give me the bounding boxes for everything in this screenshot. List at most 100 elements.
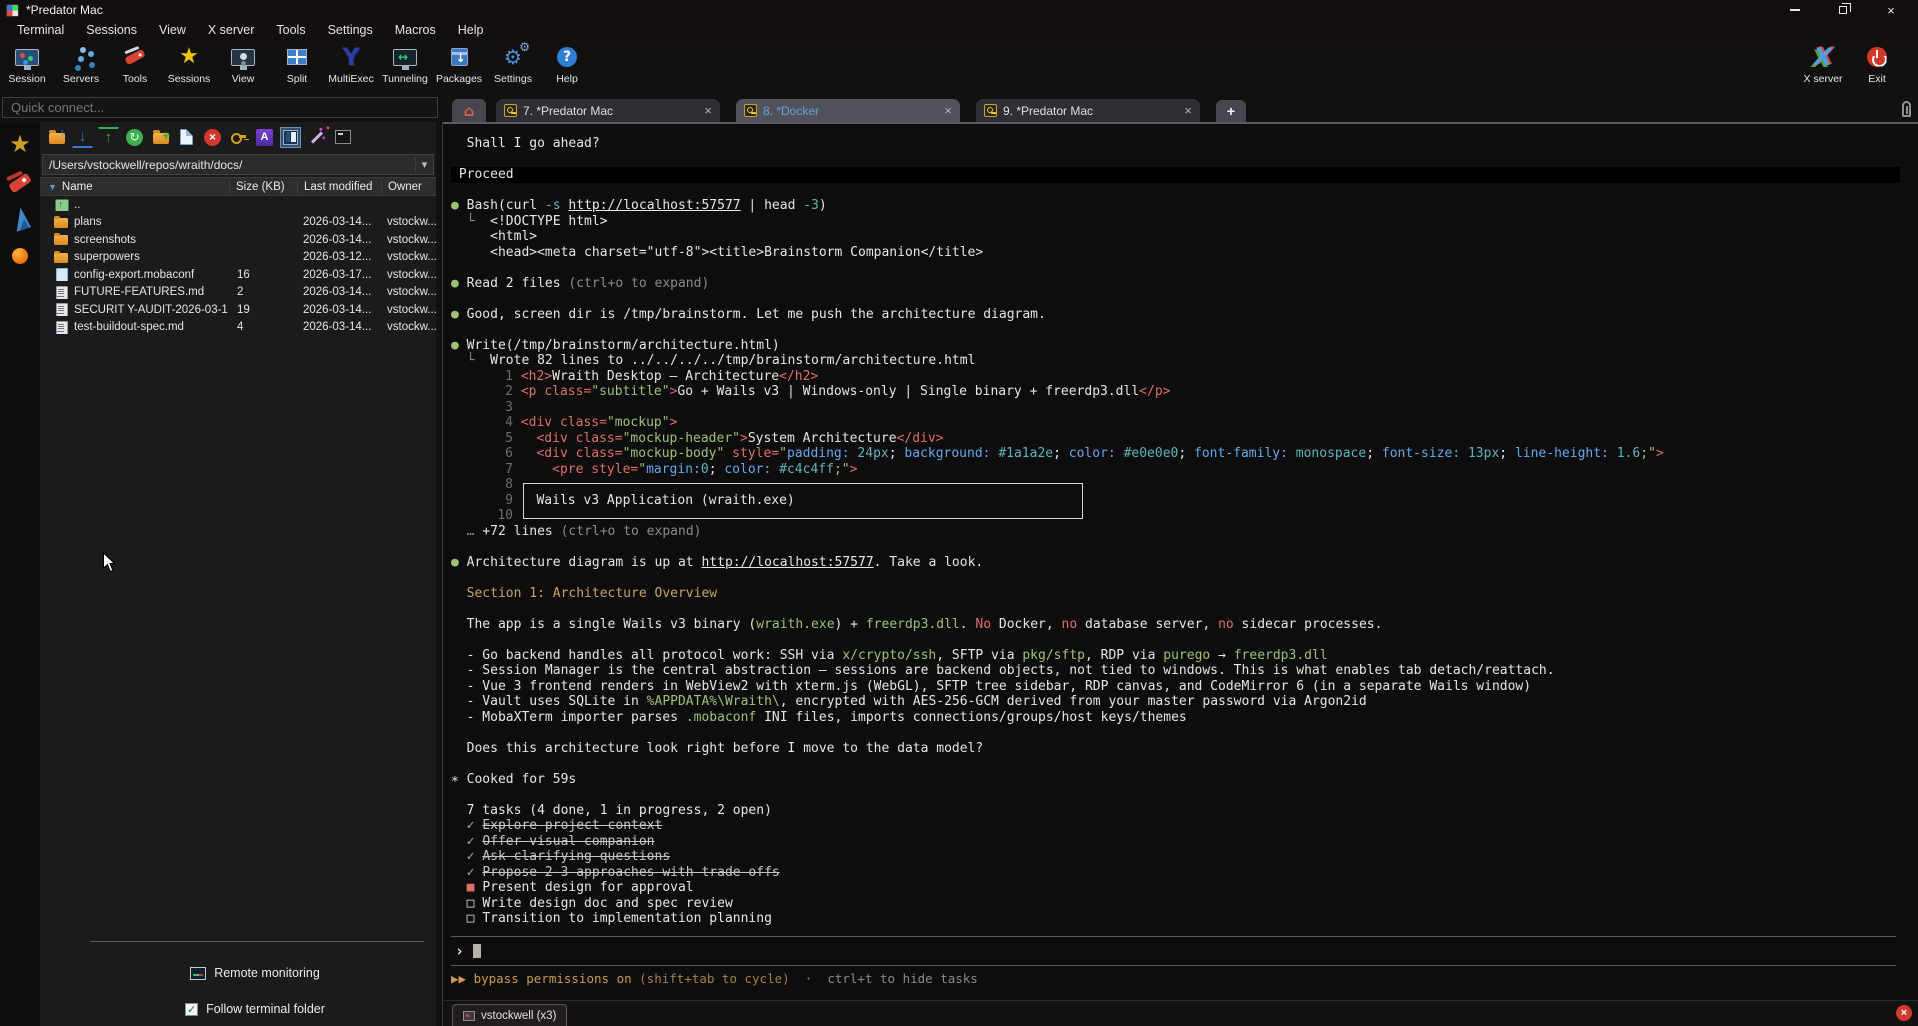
text-segment: ; <box>1499 446 1515 461</box>
menu-item-sessions[interactable]: Sessions <box>77 21 146 39</box>
menu-item-terminal[interactable]: Terminal <box>8 21 73 39</box>
toolbar-tunneling-button[interactable]: Tunneling <box>378 40 432 94</box>
terminal-line: 2 <p class="subtitle">Go + Wails v3 | Wi… <box>451 384 1910 400</box>
text-segment: Offer visual companion <box>482 834 654 849</box>
folder-up-icon-button[interactable]: ↑ <box>46 127 67 148</box>
line-number: 7 <box>451 462 513 478</box>
terminal[interactable]: Shall I go ahead? Proceed● Bash(curl -s … <box>443 122 1918 1000</box>
file-row[interactable]: plans2026-03-14...vstockw... <box>40 214 436 232</box>
path-dropdown-button[interactable]: ▾ <box>415 158 433 171</box>
session-tab[interactable]: 7. *Predator Mac× <box>496 99 720 122</box>
close-tab-icon[interactable]: × <box>1184 103 1192 118</box>
upload-icon-button[interactable]: ↑ <box>98 127 119 148</box>
bottom-session-tab[interactable]: vstockwell (x3) <box>452 1004 567 1026</box>
toolbar-view-button[interactable]: View <box>216 40 270 94</box>
column-header-owner[interactable]: Owner <box>381 181 436 193</box>
column-header-name[interactable]: ▼Name <box>40 181 229 193</box>
text-segment: freerdp3.dll <box>866 617 960 632</box>
terminal-line: <head><meta charset="utf-8"><title>Brain… <box>451 245 1910 261</box>
text-segment: ;" <box>1640 446 1656 461</box>
delete-icon-button[interactable]: × <box>202 127 223 148</box>
close-button[interactable]: × <box>1880 3 1902 17</box>
text-segment: Go + Wails v3 | Windows-only | Single bi… <box>677 384 1139 399</box>
proceed-option[interactable]: Proceed <box>451 167 1900 183</box>
current-path[interactable]: /Users/vstockwell/repos/wraith/docs/ <box>43 158 415 172</box>
toolbar-xserver-button[interactable]: XX server <box>1796 40 1850 94</box>
key-icon-button[interactable] <box>228 127 249 148</box>
tools-knife-icon[interactable] <box>8 173 32 194</box>
file-row[interactable]: config-export.mobaconf162026-03-17...vst… <box>40 266 436 284</box>
sessions-sail-icon[interactable] <box>9 206 30 232</box>
quick-connect-input[interactable] <box>2 97 438 118</box>
text-segment <box>1288 446 1296 461</box>
menu-item-tools[interactable]: Tools <box>267 21 314 39</box>
toolbar-servers-button[interactable]: Servers <box>54 40 108 94</box>
text-segment: no <box>1218 617 1234 632</box>
terminal-line: Does this architecture look right before… <box>451 741 1910 757</box>
menu-item-view[interactable]: View <box>150 21 195 39</box>
download-icon-button[interactable]: ↓ <box>72 127 93 148</box>
panel-toggle-icon-button[interactable] <box>280 127 301 148</box>
file-row[interactable]: .. <box>40 196 436 214</box>
favorites-star-icon[interactable]: ★ <box>9 130 31 158</box>
line-number: 9 <box>451 493 513 509</box>
line-number: 4 <box>451 415 513 431</box>
text-segment: freerdp3.dll <box>1234 648 1328 663</box>
close-tab-icon[interactable]: × <box>944 103 952 118</box>
toolbar-sessions-button[interactable]: ★Sessions <box>162 40 216 94</box>
text-segment: " <box>779 446 787 461</box>
text-segment: The app is a single Wails v3 binary ( <box>451 617 756 632</box>
text-segment: No <box>975 617 991 632</box>
text-segment: └ <box>451 353 490 368</box>
prompt-input-box[interactable]: › <box>451 936 1896 966</box>
menu-item-x-server[interactable]: X server <box>199 21 264 39</box>
file-row[interactable]: test-buildout-spec.md42026-03-14...vstoc… <box>40 319 436 337</box>
file-row[interactable]: FUTURE-FEATURES.md22026-03-14...vstockw.… <box>40 284 436 302</box>
macros-ball-icon[interactable] <box>12 248 28 264</box>
text-segment: 24px <box>857 446 888 461</box>
main-toolbar: SessionServersTools★SessionsViewSplitYMu… <box>0 40 1918 96</box>
toolbar-tools-button[interactable]: Tools <box>108 40 162 94</box>
session-tab[interactable]: 9. *Predator Mac× <box>976 99 1200 122</box>
text-tool-icon-button[interactable]: A <box>254 127 275 148</box>
column-header-modified[interactable]: Last modified <box>297 181 381 193</box>
menu-item-settings[interactable]: Settings <box>319 21 382 39</box>
file-owner: vstockw... <box>381 251 436 263</box>
restore-button[interactable] <box>1832 3 1854 17</box>
file-row[interactable]: SECURIT Y-AUDIT-2026-03-1...192026-03-14… <box>40 301 436 319</box>
text-segment: Section 1: Architecture Overview <box>451 586 717 601</box>
close-tab-icon[interactable]: × <box>704 103 712 118</box>
new-folder-icon-button[interactable]: + <box>150 127 171 148</box>
text-segment: (ctrl+o to expand) <box>561 524 702 539</box>
follow-terminal-folder-checkbox[interactable]: ✓ Follow terminal folder <box>80 1002 430 1016</box>
column-header-size[interactable]: Size (KB) <box>229 181 297 193</box>
toolbar-exit-button[interactable]: Exit <box>1850 40 1904 94</box>
new-file-icon-button[interactable] <box>176 127 197 148</box>
toolbar-packages-button[interactable]: Packages <box>432 40 486 94</box>
home-tab[interactable]: ⌂ <box>452 99 486 122</box>
toolbar-settings-button[interactable]: ⚙Settings <box>486 40 540 94</box>
text-segment: x/crypto/ssh <box>842 648 936 663</box>
folder-icon <box>54 251 69 264</box>
minimize-button[interactable] <box>1784 3 1806 17</box>
terminal-blank-line <box>451 291 1910 307</box>
text-segment: ✓ <box>451 865 482 880</box>
file-size: 19 <box>229 304 297 316</box>
menu-item-help[interactable]: Help <box>449 21 493 39</box>
session-tab[interactable]: 8. *Docker× <box>736 99 960 122</box>
file-row[interactable]: superpowers2026-03-12...vstockw... <box>40 249 436 267</box>
new-tab-button[interactable]: + <box>1216 100 1246 122</box>
menu-item-macros[interactable]: Macros <box>386 21 445 39</box>
toolbar-multiexec-button[interactable]: YMultiExec <box>324 40 378 94</box>
close-terminal-button[interactable]: × <box>1896 1005 1912 1021</box>
toolbar-help-button[interactable]: ?Help <box>540 40 594 94</box>
toolbar-session-button[interactable]: Session <box>0 40 54 94</box>
file-row[interactable]: screenshots2026-03-14...vstockw... <box>40 231 436 249</box>
refresh-icon-button[interactable]: ↻ <box>124 127 145 148</box>
screen-icon-button[interactable] <box>332 127 353 148</box>
remote-monitoring-button[interactable]: Remote monitoring <box>80 966 430 980</box>
file-size: 2 <box>229 286 297 298</box>
paperclip-icon[interactable] <box>1902 101 1911 117</box>
wand-icon-button[interactable] <box>306 127 327 148</box>
toolbar-split-button[interactable]: Split <box>270 40 324 94</box>
